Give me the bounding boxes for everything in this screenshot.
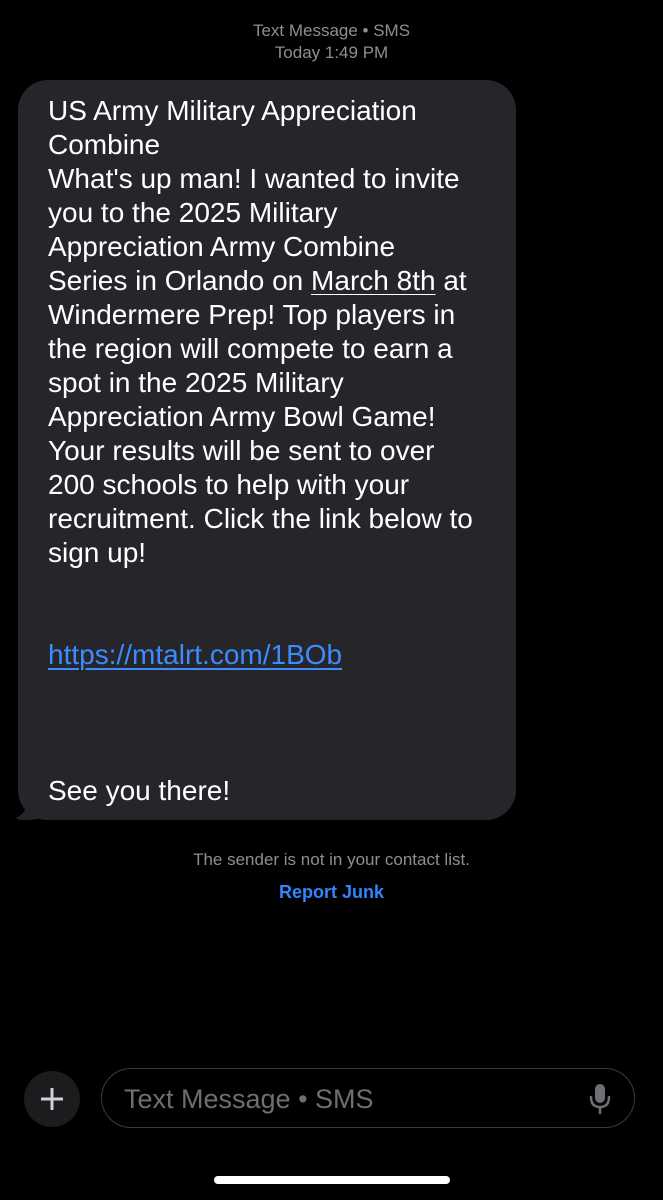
home-indicator[interactable] [214,1176,450,1184]
url-line: https://mtalrt.com/1BOb [48,638,496,672]
message-line: recruitment. Click the link below to [48,503,473,534]
add-attachment-button[interactable] [24,1071,80,1127]
timestamp: Today 1:49 PM [274,43,389,62]
message-line: spot in the 2025 Military [48,367,344,398]
message-line: Appreciation Army Bowl Game! [48,401,436,432]
date-link[interactable]: March 8th [311,265,436,296]
message-line: sign up! [48,537,147,568]
message-text: Series in Orlando on [48,265,312,296]
message-line: Your results will be sent to over [48,435,435,466]
report-junk-button[interactable]: Report Junk [0,880,663,904]
message-input-placeholder: Text Message • SMS [124,1084,374,1114]
message-line: Windermere Prep! Top players in [48,299,456,330]
message-line: you to the 2025 Military [48,197,338,228]
message-line: Combine [48,129,161,160]
message-line: Appreciation Army Combine [48,231,396,262]
closing-line: See you there! [48,775,231,806]
message-header: Text Message • SMS Today 1:49 PM [0,20,663,64]
service-label: Text Message • SMS [252,21,411,40]
message-input[interactable]: Text Message • SMS [101,1068,635,1128]
microphone-icon[interactable] [588,1083,612,1115]
message-line: 200 schools to help with your [48,469,410,500]
plus-icon [41,1088,63,1110]
message-line-orlando: Series in Orlando on March 8th at [48,264,496,298]
unknown-sender-note: The sender is not in your contact list. [193,850,470,869]
message-line: What's up man! I wanted to invite [48,163,460,194]
message-bubble[interactable]: US Army Military Appreciation Combine Wh… [18,80,516,820]
incoming-message: US Army Military Appreciation Combine Wh… [16,80,516,820]
message-line: the region will compete to earn a [48,333,453,364]
message-text: at [435,265,467,296]
signup-link[interactable]: https://mtalrt.com/1BOb [48,639,342,670]
message-line: US Army Military Appreciation [48,95,417,126]
